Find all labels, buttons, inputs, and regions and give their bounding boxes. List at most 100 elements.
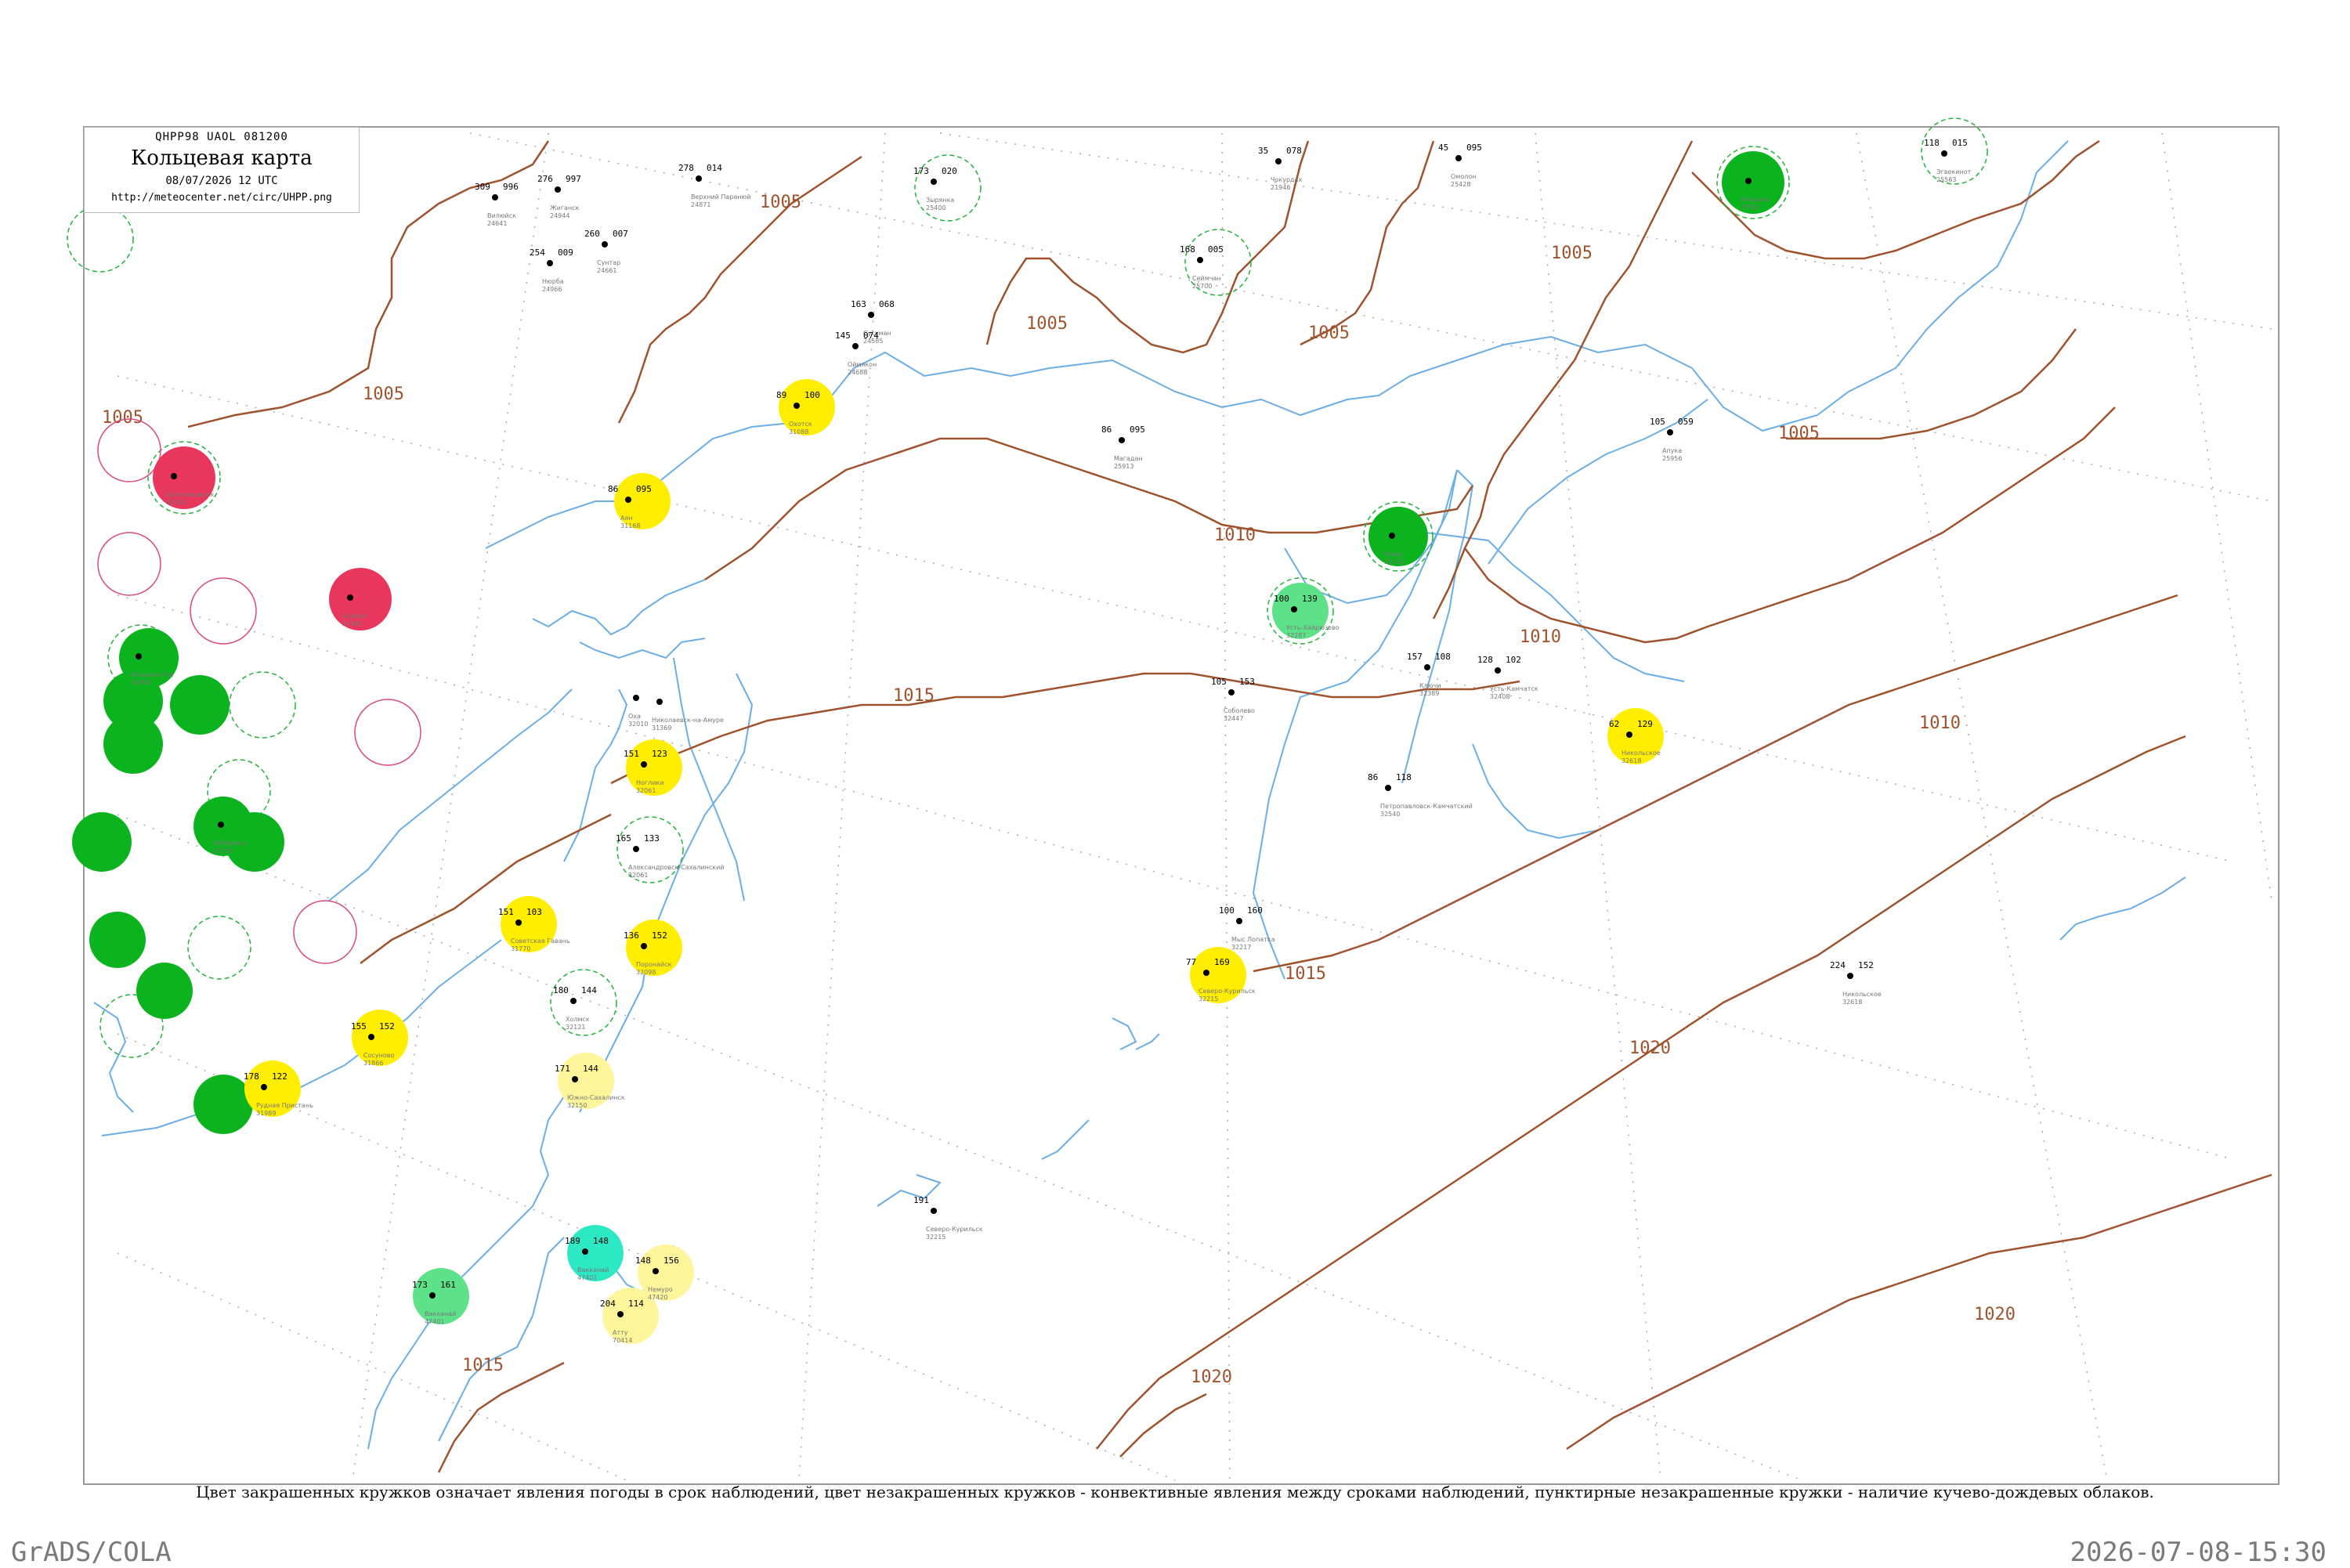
station-pressure: 078 bbox=[1286, 146, 1302, 156]
station-name: Атту bbox=[613, 1329, 628, 1336]
station-dot bbox=[1455, 155, 1462, 161]
station-pressure: 095 bbox=[1466, 143, 1482, 153]
station-index: 32010 bbox=[628, 721, 648, 728]
isobar-label: 1005 bbox=[102, 408, 143, 428]
isobar-label: 1020 bbox=[1629, 1039, 1671, 1058]
source-url[interactable]: http://meteocenter.net/circ/UHPP.png bbox=[85, 192, 359, 204]
station-name: Вакканай bbox=[425, 1310, 456, 1317]
station-temp: 136 bbox=[624, 930, 639, 941]
station-dot bbox=[1197, 257, 1203, 263]
station-pressure: 068 bbox=[879, 299, 895, 309]
station-pressure: 108 bbox=[1435, 652, 1451, 662]
station-fill-green bbox=[89, 912, 146, 968]
station-pressure: 152 bbox=[1858, 960, 1874, 970]
station-temp: 278 bbox=[678, 163, 694, 173]
station-dot bbox=[1495, 667, 1501, 674]
station-dot bbox=[429, 1292, 436, 1299]
station-dot bbox=[1424, 664, 1430, 670]
station-name: Сосуново bbox=[363, 1052, 394, 1059]
station-dot bbox=[218, 822, 224, 828]
station-pressure: 153 bbox=[1239, 677, 1255, 687]
station-pressure: 118 bbox=[1396, 772, 1412, 782]
station-temp: 86 bbox=[608, 484, 618, 494]
station-fill-green bbox=[136, 963, 193, 1019]
station-index: 25551 bbox=[1741, 204, 1760, 211]
station-fill-green bbox=[170, 675, 230, 735]
station-dot bbox=[625, 497, 631, 503]
station-temp: 62 bbox=[1609, 719, 1619, 729]
station-index: 47420 bbox=[648, 1294, 667, 1301]
station-dot bbox=[1389, 533, 1395, 539]
station-dot bbox=[1745, 178, 1752, 184]
isobar-label: 1010 bbox=[1919, 714, 1961, 733]
station-temp: 148 bbox=[635, 1255, 651, 1266]
station-temp: 178 bbox=[244, 1071, 259, 1082]
station-index: 32618 bbox=[1622, 757, 1641, 764]
station-index: 31989 bbox=[256, 1110, 276, 1117]
station-pressure: 074 bbox=[863, 331, 879, 341]
station-index: 31088 bbox=[789, 428, 808, 435]
station-temp: 86 bbox=[1101, 425, 1112, 435]
station-index: 32540 bbox=[1380, 811, 1400, 818]
station-index: 24661 bbox=[597, 267, 616, 274]
station-pressure: 144 bbox=[583, 1064, 598, 1074]
station-dot bbox=[1385, 785, 1391, 791]
station-pressure: 103 bbox=[526, 907, 542, 917]
station-index: 47401 bbox=[577, 1274, 597, 1281]
station-name: Усть-Хайрюзово bbox=[1286, 624, 1340, 631]
station-name: Владивосток bbox=[131, 671, 174, 678]
station-pressure: 005 bbox=[1208, 244, 1224, 255]
grads-credit: GrADS/COLA bbox=[11, 1537, 172, 1568]
station-name: Петропавловск-Камчатский bbox=[1380, 803, 1473, 810]
station-name: Оха bbox=[628, 713, 641, 720]
station-temp: 86 bbox=[1368, 772, 1378, 782]
station-index: 31735 bbox=[213, 847, 233, 854]
isobar-label: 1010 bbox=[1520, 627, 1561, 647]
map-title: Кольцевая карта bbox=[131, 146, 313, 170]
station-name: Мыс Лопатка bbox=[1231, 936, 1275, 943]
station-fill-green bbox=[103, 714, 163, 774]
station-name: Жиганск bbox=[550, 204, 580, 211]
station-dot bbox=[347, 594, 353, 601]
station-dot bbox=[868, 312, 874, 318]
station-dot bbox=[931, 179, 937, 185]
station-name: Магадан bbox=[1114, 455, 1143, 462]
station-index: 32389 bbox=[1419, 690, 1439, 697]
station-name: Ключи bbox=[1419, 682, 1441, 689]
station-temp: 171 bbox=[555, 1064, 570, 1074]
station-name: Ноглики bbox=[636, 779, 663, 786]
station-name: Охотск bbox=[789, 421, 812, 428]
station-index: 32061 bbox=[636, 787, 656, 794]
station-name: Советская Гавань bbox=[511, 938, 570, 945]
isobar-label: 1005 bbox=[1026, 314, 1068, 334]
station-pressure: 156 bbox=[663, 1255, 679, 1266]
station-name: Бомнак bbox=[342, 612, 367, 620]
station-index: 24688 bbox=[848, 369, 867, 376]
station-pressure: 007 bbox=[613, 229, 628, 239]
station-index: 32098 bbox=[636, 969, 656, 976]
station-temp: 191 bbox=[913, 1195, 929, 1205]
station-dot bbox=[1228, 689, 1235, 695]
isobar-label: 1020 bbox=[1191, 1367, 1232, 1387]
station-pressure: 997 bbox=[566, 174, 581, 184]
station-dot bbox=[547, 260, 553, 266]
station-index: 24944 bbox=[550, 212, 569, 219]
station-temp: 180 bbox=[553, 985, 569, 995]
station-temp: 35 bbox=[1258, 146, 1268, 156]
station-name: Усть-Камчатск bbox=[1490, 685, 1538, 692]
station-name: Аян bbox=[620, 515, 633, 522]
station-dot bbox=[641, 761, 647, 768]
station-name: Сунтар bbox=[597, 259, 620, 266]
station-dot bbox=[656, 699, 663, 705]
station-pressure: 015 bbox=[1952, 138, 1968, 148]
station-name: Немуро bbox=[648, 1286, 673, 1293]
station-dot bbox=[852, 343, 859, 349]
station-name: Оймякон bbox=[848, 361, 877, 368]
station-index: 32061 bbox=[628, 872, 648, 879]
station-pressure: 123 bbox=[652, 749, 667, 759]
station-name: Чокурдах bbox=[1271, 176, 1302, 183]
station-name: Благовещенск bbox=[166, 491, 214, 498]
isobar-label: 1015 bbox=[1285, 964, 1326, 984]
station-temp: 165 bbox=[616, 833, 631, 844]
station-temp: 276 bbox=[537, 174, 553, 184]
